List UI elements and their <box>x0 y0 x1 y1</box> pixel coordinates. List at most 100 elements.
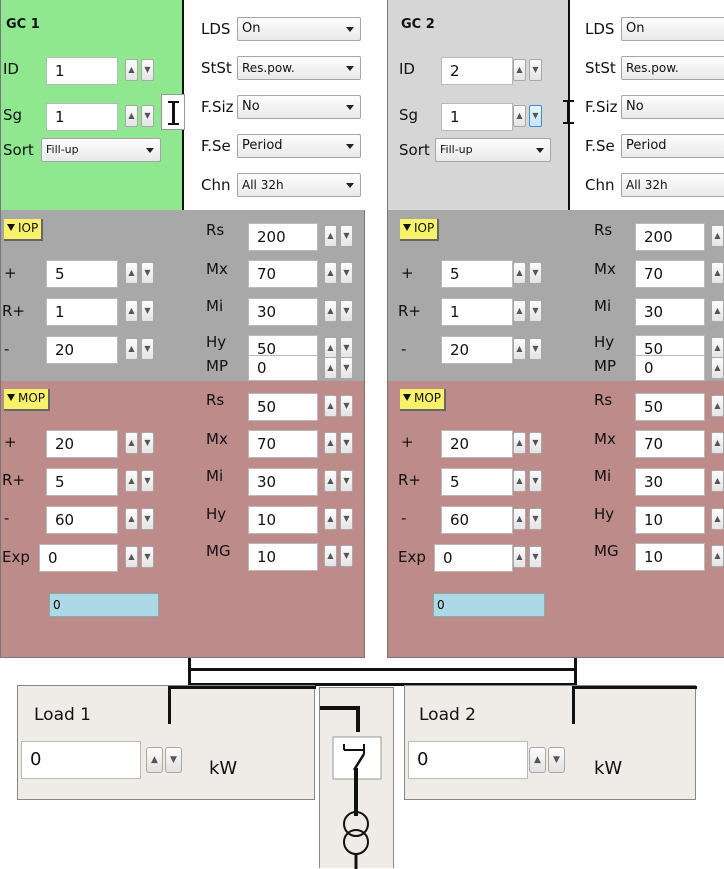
gc1-mop-mx-down-button[interactable]: ▼ <box>340 432 353 454</box>
gc2-iop-rs-input[interactable]: 200 <box>635 223 705 251</box>
gc2-id-down-button[interactable]: ▼ <box>529 59 542 81</box>
gc1-mop-exp-input[interactable]: 0 <box>39 544 118 572</box>
load2-up-button[interactable]: ▲ <box>529 747 546 773</box>
gc1-iop-minus-input[interactable]: 20 <box>46 336 118 364</box>
gc1-mop-plus-down-button[interactable]: ▼ <box>141 432 154 454</box>
gc2-mop-exp-down-button[interactable]: ▼ <box>529 546 542 568</box>
breaker-switch-icon[interactable] <box>320 688 395 798</box>
gc2-iop-mx-up-button[interactable]: ▲ <box>711 262 724 284</box>
gc2-sg-input[interactable]: 1 <box>441 103 513 131</box>
gc1-iop-mp-up-button[interactable]: ▲ <box>324 357 337 379</box>
gc2-mop-plus-down-button[interactable]: ▼ <box>529 432 542 454</box>
gc1-mop-rplus-input[interactable]: 5 <box>46 468 118 496</box>
gc1-mop-mg-input[interactable]: 10 <box>248 543 318 571</box>
gc2-iop-rplus-down-button[interactable]: ▼ <box>529 300 542 322</box>
gc2-mop-toggle[interactable]: MOP <box>400 389 447 411</box>
gc2-mop-minus-down-button[interactable]: ▼ <box>529 508 542 530</box>
gc2-mop-mx-input[interactable]: 70 <box>635 430 705 458</box>
gc1-mop-rs-up-button[interactable]: ▲ <box>324 395 337 417</box>
gc1-fsiz-select[interactable]: No <box>237 95 361 119</box>
gc1-id-input[interactable]: 1 <box>46 57 118 85</box>
gc1-mop-exp-up-button[interactable]: ▲ <box>125 546 138 568</box>
link-connector-icon[interactable] <box>559 94 579 130</box>
gc1-iop-mi-input[interactable]: 30 <box>248 298 318 326</box>
gc1-mop-extra-field[interactable]: 0 <box>49 593 159 617</box>
gc1-mop-plus-up-button[interactable]: ▲ <box>125 432 138 454</box>
gc1-mop-mx-input[interactable]: 70 <box>248 430 318 458</box>
gc2-iop-plus-up-button[interactable]: ▲ <box>513 262 526 284</box>
gc2-stst-select[interactable]: Res.pow. <box>621 56 724 80</box>
gc2-mop-plus-up-button[interactable]: ▲ <box>513 432 526 454</box>
gc1-iop-rs-input[interactable]: 200 <box>248 223 318 251</box>
gc1-sg-down-button[interactable]: ▼ <box>141 105 154 127</box>
gc1-iop-plus-input[interactable]: 5 <box>46 260 118 288</box>
gc1-chn-select[interactable]: All 32h <box>237 173 361 197</box>
load1-value-input[interactable]: 0 <box>21 741 141 779</box>
gc1-iop-rs-up-button[interactable]: ▲ <box>324 225 337 247</box>
gc1-iop-mx-down-button[interactable]: ▼ <box>340 262 353 284</box>
gc1-mop-mi-up-button[interactable]: ▲ <box>324 470 337 492</box>
gc1-mop-hy-up-button[interactable]: ▲ <box>324 508 337 530</box>
gc2-iop-minus-down-button[interactable]: ▼ <box>529 338 542 360</box>
gc1-mop-mg-up-button[interactable]: ▲ <box>324 545 337 567</box>
gc1-mop-toggle[interactable]: MOP <box>4 389 51 411</box>
gc2-chn-select[interactable]: All 32h <box>621 173 724 197</box>
gc1-iop-plus-down-button[interactable]: ▼ <box>141 262 154 284</box>
gc1-iop-mx-up-button[interactable]: ▲ <box>324 262 337 284</box>
gc2-mop-plus-input[interactable]: 20 <box>441 430 513 458</box>
gc2-mop-rs-up-button[interactable]: ▲ <box>711 395 724 417</box>
gc1-lds-select[interactable]: On <box>237 17 361 41</box>
gc2-mop-mg-input[interactable]: 10 <box>635 543 705 571</box>
gc2-iop-hy-up-button[interactable]: ▲ <box>711 337 724 359</box>
gc1-sg-input[interactable]: 1 <box>46 103 118 131</box>
gc1-iop-rplus-input[interactable]: 1 <box>46 298 118 326</box>
gc2-lds-select[interactable]: On <box>621 17 724 41</box>
gc1-mop-rplus-down-button[interactable]: ▼ <box>141 470 154 492</box>
gc1-iop-minus-up-button[interactable]: ▲ <box>125 338 138 360</box>
gc1-iop-mp-down-button[interactable]: ▼ <box>340 357 353 379</box>
link-connector-icon[interactable] <box>161 94 185 130</box>
gc1-mop-hy-down-button[interactable]: ▼ <box>340 508 353 530</box>
gc2-fsiz-select[interactable]: No <box>621 95 724 119</box>
gc1-sort-select[interactable]: Fill-up <box>41 138 161 162</box>
gc2-mop-extra-field[interactable]: 0 <box>433 593 545 617</box>
gc2-fsel-select[interactable]: Period <box>621 134 724 158</box>
gc2-mop-mi-up-button[interactable]: ▲ <box>711 470 724 492</box>
gc2-iop-toggle[interactable]: IOP <box>400 219 440 241</box>
gc2-id-up-button[interactable]: ▲ <box>513 59 526 81</box>
gc1-id-down-button[interactable]: ▼ <box>141 59 154 81</box>
gc2-iop-mp-input[interactable]: 0 <box>635 355 705 381</box>
gc2-iop-plus-down-button[interactable]: ▼ <box>529 262 542 284</box>
gc1-mop-minus-up-button[interactable]: ▲ <box>125 508 138 530</box>
gc1-mop-minus-input[interactable]: 60 <box>46 506 118 534</box>
gc1-iop-mx-input[interactable]: 70 <box>248 260 318 288</box>
gc1-stst-select[interactable]: Res.pow. <box>237 56 361 80</box>
load1-up-button[interactable]: ▲ <box>146 747 163 773</box>
gc1-mop-mi-down-button[interactable]: ▼ <box>340 470 353 492</box>
gc1-iop-mi-up-button[interactable]: ▲ <box>324 300 337 322</box>
gc2-iop-rs-up-button[interactable]: ▲ <box>711 225 724 247</box>
gc2-id-input[interactable]: 2 <box>441 57 513 85</box>
gc2-iop-mi-up-button[interactable]: ▲ <box>711 300 724 322</box>
load2-down-button[interactable]: ▼ <box>548 747 565 773</box>
gc2-iop-minus-up-button[interactable]: ▲ <box>513 338 526 360</box>
gc2-mop-minus-up-button[interactable]: ▲ <box>513 508 526 530</box>
gc2-mop-minus-input[interactable]: 60 <box>441 506 513 534</box>
gc1-mop-mg-down-button[interactable]: ▼ <box>340 545 353 567</box>
gc2-iop-plus-input[interactable]: 5 <box>441 260 513 288</box>
gc1-iop-mi-down-button[interactable]: ▼ <box>340 300 353 322</box>
gc1-iop-rs-down-button[interactable]: ▼ <box>340 225 353 247</box>
gc2-iop-mi-input[interactable]: 30 <box>635 298 705 326</box>
gc1-mop-exp-down-button[interactable]: ▼ <box>141 546 154 568</box>
gc1-mop-minus-down-button[interactable]: ▼ <box>141 508 154 530</box>
gc1-mop-plus-input[interactable]: 20 <box>46 430 118 458</box>
gc1-iop-hy-down-button[interactable]: ▼ <box>340 337 353 359</box>
gc2-mop-rplus-down-button[interactable]: ▼ <box>529 470 542 492</box>
gc1-iop-toggle[interactable]: IOP <box>4 219 44 241</box>
gc2-mop-hy-up-button[interactable]: ▲ <box>711 508 724 530</box>
load1-down-button[interactable]: ▼ <box>165 747 182 773</box>
gc2-mop-hy-input[interactable]: 10 <box>635 506 705 534</box>
gc1-fsel-select[interactable]: Period <box>237 134 361 158</box>
gc2-mop-mi-input[interactable]: 30 <box>635 468 705 496</box>
gc1-id-up-button[interactable]: ▲ <box>125 59 138 81</box>
